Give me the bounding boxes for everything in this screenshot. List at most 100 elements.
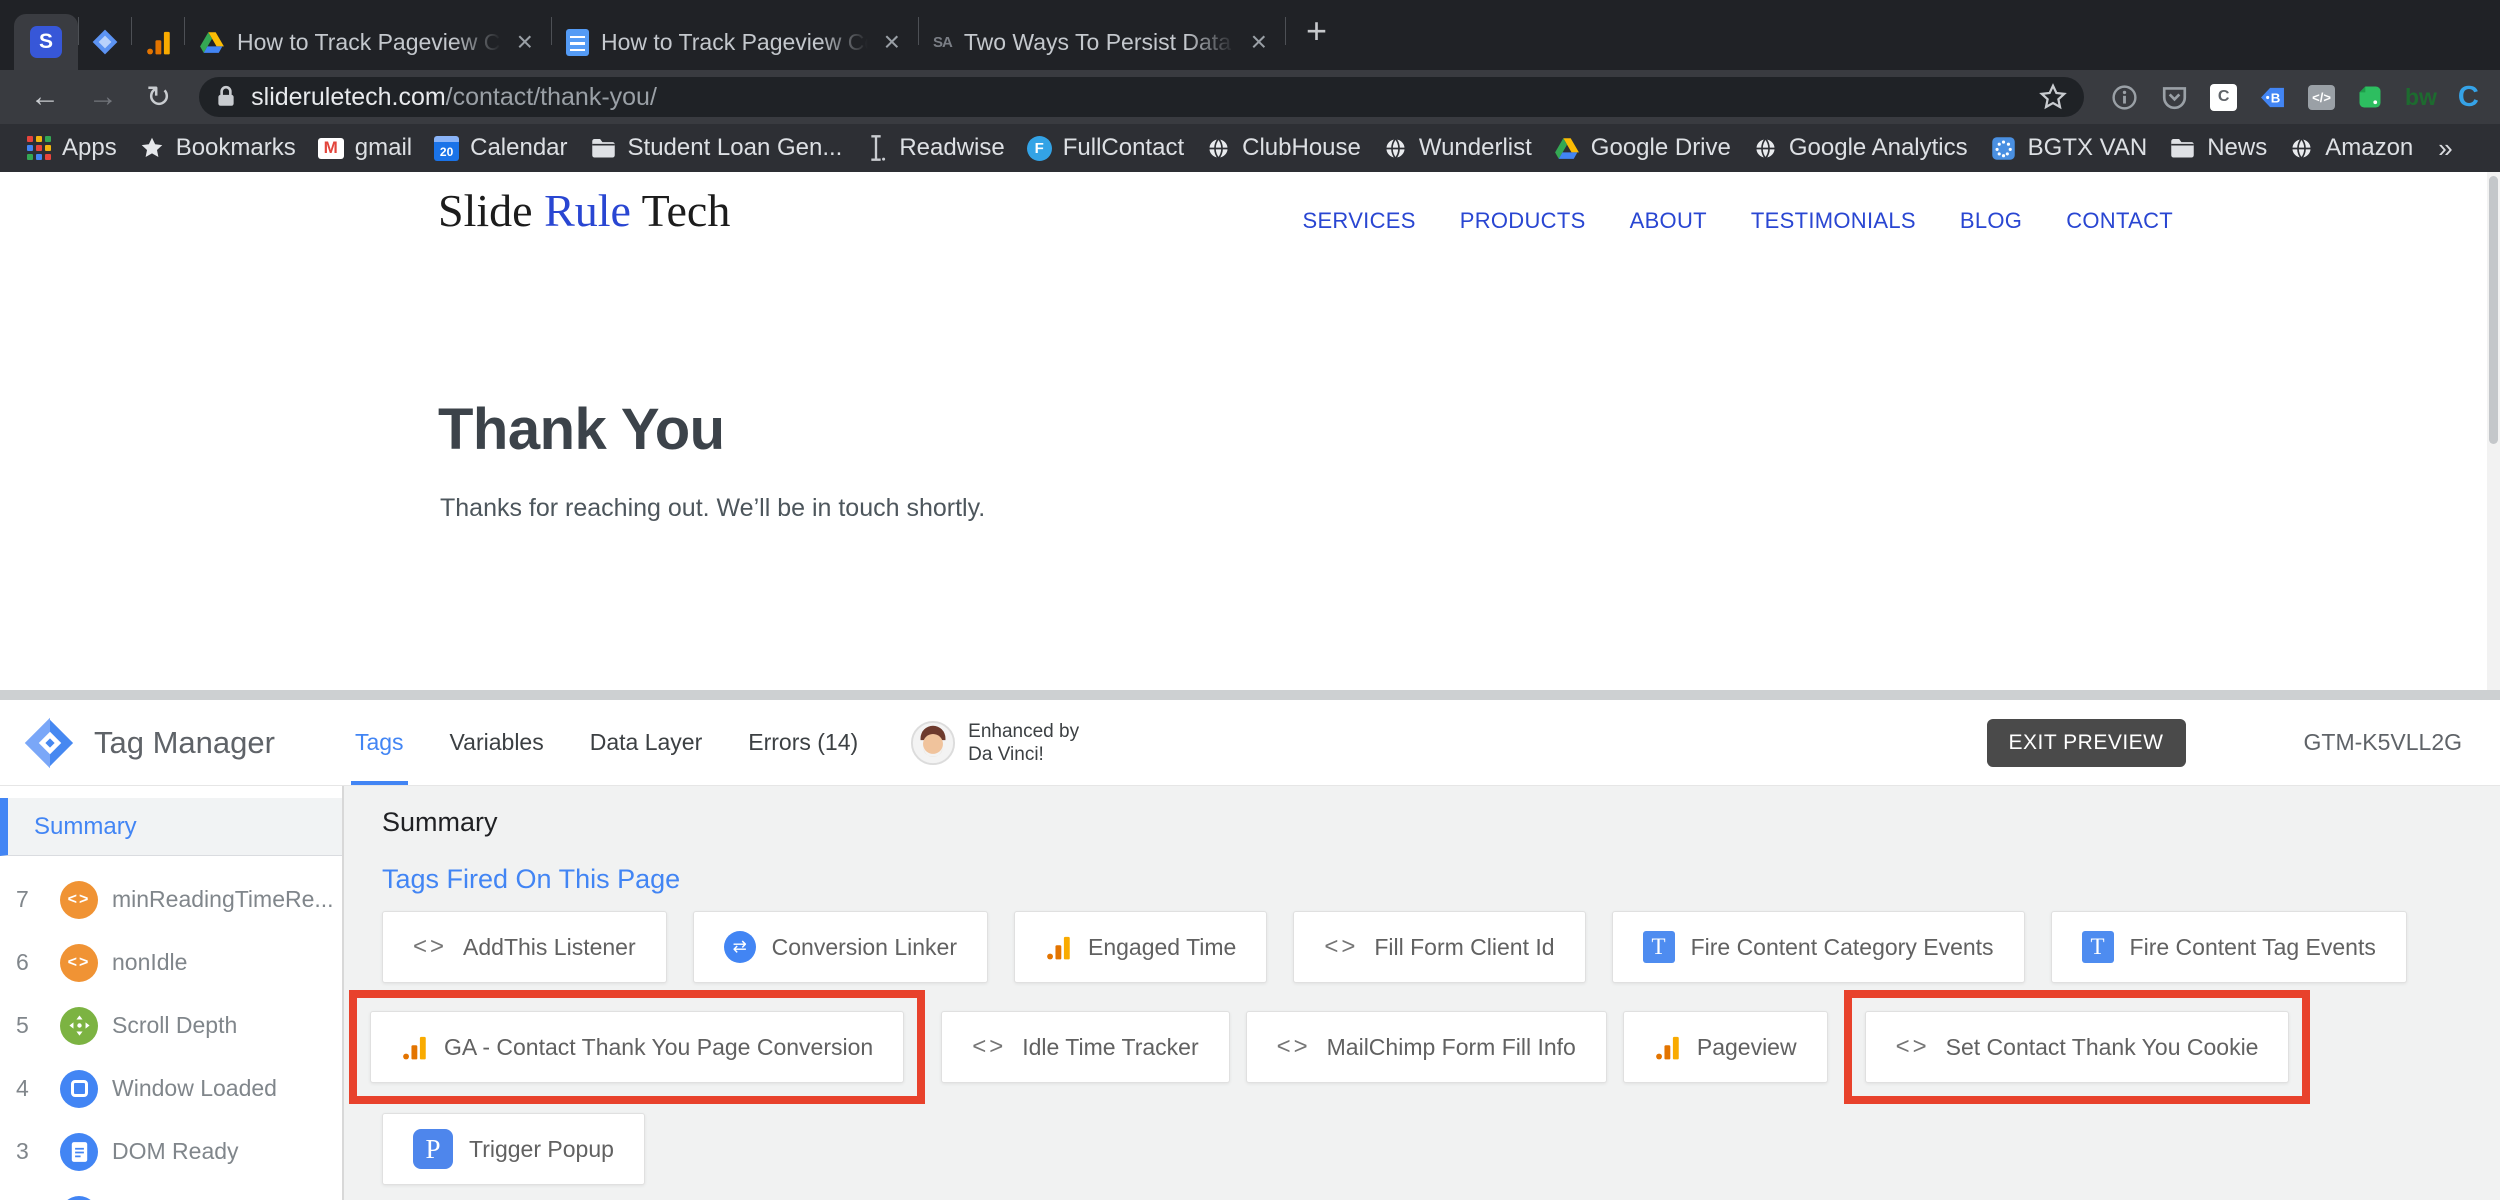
bookmark-item[interactable]: F FullContact — [1016, 134, 1195, 162]
code-icon: <> — [1324, 933, 1359, 960]
bookmark-item[interactable]: Wunderlist — [1372, 134, 1543, 162]
bookmark-star-icon[interactable] — [2038, 82, 2068, 112]
pinned-tab-active[interactable]: S — [14, 14, 78, 70]
bookmark-label: gmail — [354, 134, 413, 161]
site-nav-link[interactable]: BLOG — [1960, 208, 2022, 234]
bookmark-item[interactable]: 20 Calendar — [423, 134, 578, 162]
pinned-tab[interactable] — [79, 14, 131, 70]
bookmark-item[interactable]: Readwise — [853, 134, 1015, 162]
gtm-tab-variables[interactable]: Variables — [450, 700, 544, 785]
extension-code-icon[interactable]: </> — [2308, 84, 2335, 110]
tag-card[interactable]: ⇄ Conversion Linker — [692, 911, 988, 983]
bookmarks-list: Apps Bookmarks Mgmail 20 Calendar Student Loa… — [16, 134, 2424, 162]
event-label: Scroll Depth — [112, 1012, 238, 1038]
tag-card[interactable]: Pageview — [1622, 1011, 1828, 1083]
bookmark-item[interactable]: Amazon — [2278, 134, 2424, 162]
site-nav-link[interactable]: PRODUCTS — [1460, 208, 1586, 234]
code-icon: <> — [1276, 1033, 1311, 1060]
site-nav-link[interactable]: SERVICES — [1302, 208, 1415, 234]
tag-card[interactable]: Engaged Time — [1014, 911, 1268, 983]
browser-tab[interactable]: How to Track Pageview Conver × — [185, 14, 551, 70]
tag-row: P Trigger Popup — [382, 1113, 2500, 1185]
site-header: Slide Rule Tech SERVICES PRODUCTS ABOUT TES… — [0, 172, 2500, 262]
gtm-header: Tag Manager Tags Variables Data Layer Error… — [0, 700, 2500, 786]
bookmarks-overflow-icon[interactable]: » — [2424, 133, 2466, 164]
gtm-diamond-icon — [90, 27, 120, 57]
other-bookmarks-button[interactable]: Othe — [2487, 134, 2500, 162]
tag-card[interactable]: T Fire Content Tag Events — [2050, 911, 2407, 983]
gtm-panel-divider[interactable] — [0, 690, 2500, 700]
tab-close-icon[interactable]: × — [880, 28, 904, 56]
tag-card-label: Conversion Linker — [771, 933, 957, 960]
bookmark-item[interactable]: ClubHouse — [1195, 134, 1372, 162]
globe-icon — [1753, 136, 1778, 161]
bookmark-label: News — [2207, 134, 2268, 161]
gtm-tab-tags[interactable]: Tags — [350, 700, 408, 785]
popup-p-icon: P — [413, 1129, 453, 1169]
extension-info-icon[interactable] — [2110, 83, 2139, 112]
folder-icon — [590, 135, 617, 162]
url-domain: slideruletech.com — [251, 82, 446, 111]
site-nav-link[interactable]: ABOUT — [1630, 208, 1707, 234]
reload-icon[interactable]: ↻ — [132, 80, 185, 115]
extension-calendar-c-icon[interactable]: C — [2210, 83, 2238, 111]
tag-card[interactable]: <> AddThis Listener — [382, 911, 667, 983]
extension-tag-b-icon[interactable]: B — [2258, 83, 2287, 112]
gtm-tab-data-layer[interactable]: Data Layer — [590, 700, 703, 785]
bookmark-item[interactable]: BGTX VAN — [1979, 134, 2159, 162]
tag-card[interactable]: <> Idle Time Tracker — [941, 1011, 1230, 1083]
tag-card[interactable]: <> MailChimp Form Fill Info — [1245, 1011, 1607, 1083]
page-scrollbar[interactable] — [2487, 172, 2500, 690]
tag-card[interactable]: GA - Contact Thank You Page Conversion — [370, 1011, 905, 1083]
tab-close-icon[interactable]: × — [513, 28, 537, 56]
extension-evernote-icon[interactable] — [2356, 83, 2384, 111]
extension-c-logo-icon[interactable]: C — [2458, 81, 2479, 114]
exit-preview-button[interactable]: EXIT PREVIEW — [1986, 718, 2186, 767]
tag-card-label: Fire Content Category Events — [1690, 933, 1994, 960]
site-nav-link[interactable]: CONTACT — [2066, 208, 2173, 234]
forward-icon[interactable]: → — [74, 80, 132, 114]
browser-tab[interactable]: How to Track Pageview Conver × — [552, 14, 918, 70]
bookmark-item[interactable]: Mgmail — [307, 134, 423, 162]
sidebar-item-summary[interactable]: Summary — [0, 798, 342, 856]
sidebar-event-item[interactable]: 3 DOM Ready — [0, 1120, 342, 1183]
gtm-tabs: Tags Variables Data Layer Errors (14) — [350, 700, 858, 785]
bookmark-item[interactable]: Student Loan Gen... — [579, 134, 854, 162]
sidebar-event-item[interactable]: 6 <> nonIdle — [0, 931, 342, 994]
back-icon[interactable]: ← — [16, 80, 74, 114]
new-tab-button[interactable]: + — [1286, 10, 1347, 60]
tag-card-rows: <> AddThis Listener ⇄ Conversion Linker Enga… — [349, 911, 2500, 1185]
bookmark-item[interactable]: News — [2158, 134, 2278, 162]
extension-bw-icon[interactable]: bw — [2405, 84, 2437, 111]
bookmark-item[interactable]: Google Drive — [1543, 134, 1742, 162]
bookmark-item[interactable]: Apps — [16, 134, 128, 162]
tag-card[interactable]: P Trigger Popup — [382, 1113, 645, 1185]
tag-card[interactable]: T Fire Content Category Events — [1611, 911, 2025, 983]
tag-card[interactable]: <> Fill Form Client Id — [1293, 911, 1586, 983]
sidebar-event-item[interactable]: 4 Window Loaded — [0, 1057, 342, 1120]
calendar-icon: 20 — [434, 135, 460, 161]
bookmark-item[interactable]: Bookmarks — [128, 134, 307, 162]
sidebar-event-item-partial — [0, 1183, 342, 1200]
extension-pocket-icon[interactable] — [2160, 83, 2189, 112]
site-nav-link[interactable]: TESTIMONIALS — [1751, 208, 1916, 234]
sidebar-event-item[interactable]: 5 Scroll Depth — [0, 994, 342, 1057]
code-icon: <> — [1895, 1033, 1930, 1060]
site-logo[interactable]: Slide Rule Tech — [438, 184, 730, 237]
web-page: Slide Rule Tech SERVICES PRODUCTS ABOUT TES… — [0, 172, 2500, 690]
bookmarks-bar: Apps Bookmarks Mgmail 20 Calendar Student Loa… — [0, 124, 2500, 172]
tag-card[interactable]: <> Set Contact Thank You Cookie — [1864, 1011, 2290, 1083]
enhanced-by: Enhanced by Da Vinci! — [910, 720, 1079, 766]
address-bar[interactable]: slideruletech.com /contact/thank-you/ — [199, 77, 2085, 117]
browser-tab[interactable]: SA Two Ways To Persist Data Via C × — [919, 14, 1285, 70]
gtm-event-list: 7 <> minReadingTimeRe... 6 <> nonIdle 5 Scroll … — [0, 868, 342, 1200]
svg-text:B: B — [2271, 90, 2281, 105]
sidebar-event-item[interactable]: 7 <> minReadingTimeRe... — [0, 868, 342, 931]
site-nav: SERVICES PRODUCTS ABOUT TESTIMONIALS BLOG CON… — [1302, 208, 2173, 234]
gtm-tab-errors-14-[interactable]: Errors (14) — [748, 700, 858, 785]
tab-close-icon[interactable]: × — [1247, 28, 1271, 56]
browser-toolbar: ← → ↻ slideruletech.com /contact/thank-y… — [0, 70, 2500, 124]
url-path: /contact/thank-you/ — [445, 82, 657, 111]
pinned-tab[interactable] — [132, 14, 184, 70]
bookmark-item[interactable]: Google Analytics — [1742, 134, 1979, 162]
